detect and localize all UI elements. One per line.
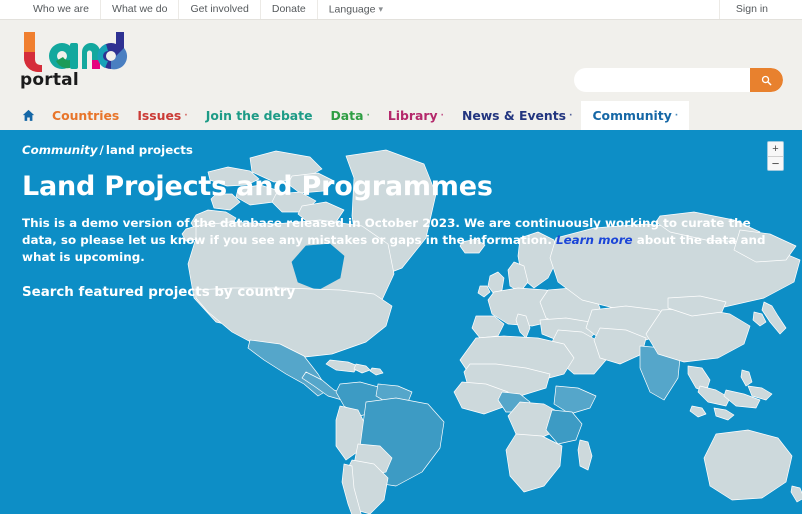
- page-title: Land Projects and Programmes: [22, 171, 493, 202]
- nav-item-label: Community: [592, 108, 672, 123]
- chevron-down-icon: ·: [569, 110, 573, 121]
- map-zoom-controls: + −: [767, 141, 784, 171]
- map-zoom-in-button[interactable]: +: [768, 142, 783, 156]
- chevron-down-icon: ·: [366, 110, 370, 121]
- home-icon: [22, 109, 35, 121]
- nav-item-label: Library: [387, 108, 438, 123]
- topbar-link-what-we-do[interactable]: What we do: [100, 0, 178, 19]
- search-section-heading: Search featured projects by country: [22, 285, 296, 300]
- sign-in-link[interactable]: Sign in: [718, 0, 784, 19]
- nav-item-label: Countries: [52, 108, 120, 123]
- learn-more-link[interactable]: Learn more: [556, 233, 633, 247]
- topbar-link-donate[interactable]: Donate: [259, 0, 317, 19]
- topbar-link-label: What we do: [112, 3, 168, 15]
- logo[interactable]: portal: [18, 30, 130, 90]
- site-header: portal: [0, 20, 802, 101]
- topbar-link-who-we-are[interactable]: Who we are: [22, 0, 100, 19]
- topbar-link-label: Get involved: [190, 3, 249, 15]
- topbar-link-label: Language: [328, 3, 376, 16]
- map-zoom-out-button[interactable]: −: [768, 156, 783, 170]
- nav-item-countries[interactable]: Countries: [43, 101, 128, 130]
- topbar-link-get-involved[interactable]: Get involved: [178, 0, 259, 19]
- top-utility-right: Sign in: [718, 0, 784, 19]
- sign-in-label: Sign in: [735, 3, 768, 15]
- chevron-down-icon: ·: [440, 110, 444, 121]
- breadcrumb-current: land projects: [105, 143, 193, 157]
- main-navigation: Countries Issues · Join the debate Data …: [0, 101, 802, 134]
- topbar-link-label: Donate: [271, 3, 306, 15]
- logo-subtext: portal: [20, 70, 79, 90]
- chevron-down-icon: ·: [184, 110, 188, 121]
- breadcrumb: Community / land projects: [22, 134, 780, 157]
- search-icon: [761, 75, 772, 85]
- nav-item-home[interactable]: [22, 101, 43, 130]
- hero-content: Community / land projects Land Projects an…: [0, 134, 802, 300]
- hero-section: Community / land projects Land Projects an…: [0, 134, 802, 514]
- land-portal-logo-icon: [24, 32, 128, 72]
- chevron-down-icon: ▾: [378, 3, 383, 14]
- nav-item-library[interactable]: Library ·: [379, 101, 453, 130]
- page-description: This is a demo version of the database r…: [22, 215, 774, 266]
- top-utility-bar: Who we are What we do Get involved Donat…: [0, 0, 802, 20]
- chevron-down-icon: ·: [674, 110, 679, 121]
- nav-item-label: News & Events: [461, 108, 567, 123]
- nav-item-community[interactable]: Community ·: [581, 101, 690, 130]
- nav-item-label: Issues: [137, 108, 182, 123]
- nav-item-data[interactable]: Data ·: [322, 101, 379, 130]
- nav-item-label: Join the debate: [205, 108, 313, 123]
- breadcrumb-separator: /: [99, 143, 104, 157]
- search-button[interactable]: [750, 68, 783, 92]
- nav-item-issues[interactable]: Issues ·: [128, 101, 196, 130]
- nav-item-news-and-events[interactable]: News & Events ·: [453, 101, 582, 130]
- topbar-link-label: Who we are: [33, 3, 90, 15]
- top-utility-links: Who we are What we do Get involved Donat…: [22, 0, 394, 20]
- breadcrumb-parent[interactable]: Community: [22, 143, 98, 157]
- nav-item-label: Data: [330, 108, 364, 123]
- topbar-link-language[interactable]: Language ▾: [316, 0, 394, 20]
- nav-item-join-the-debate[interactable]: Join the debate: [197, 101, 322, 130]
- site-search[interactable]: [574, 68, 783, 92]
- search-input[interactable]: [574, 68, 750, 92]
